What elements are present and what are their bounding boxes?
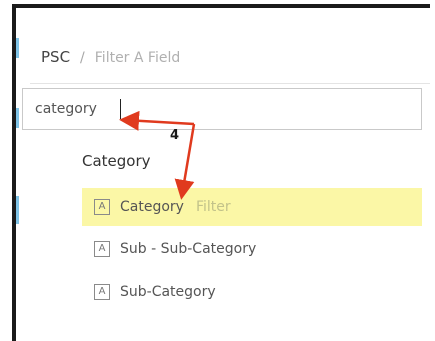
result-item-label: Sub - Sub-Category xyxy=(120,241,257,257)
result-item-sub-category[interactable]: A Sub-Category xyxy=(82,273,422,311)
string-type-icon: A xyxy=(94,199,110,215)
result-item-label: Sub-Category xyxy=(120,284,216,300)
result-item-category[interactable]: A Category Filter xyxy=(82,188,422,226)
left-accent-bar xyxy=(16,38,19,58)
annotation-step-number: 4 xyxy=(170,128,180,143)
panel-header: PSC / Filter A Field xyxy=(41,48,180,66)
field-search-input[interactable] xyxy=(23,89,173,129)
text-cursor xyxy=(120,99,121,119)
left-accent-bar xyxy=(16,196,19,224)
data-source-title: PSC xyxy=(41,48,71,66)
field-search-box[interactable] xyxy=(22,88,422,130)
string-type-icon: A xyxy=(94,284,110,300)
filter-hint: Filter xyxy=(195,199,231,215)
breadcrumb-current: Filter A Field xyxy=(94,50,181,66)
breadcrumb-separator: / xyxy=(80,50,85,66)
result-item-label: Category xyxy=(120,199,184,215)
result-item-sub-sub-category[interactable]: A Sub - Sub-Category xyxy=(82,230,422,268)
left-accent-bar xyxy=(16,108,19,128)
result-group-title: Category xyxy=(82,152,151,170)
string-type-icon: A xyxy=(94,241,110,257)
header-divider xyxy=(30,83,430,84)
